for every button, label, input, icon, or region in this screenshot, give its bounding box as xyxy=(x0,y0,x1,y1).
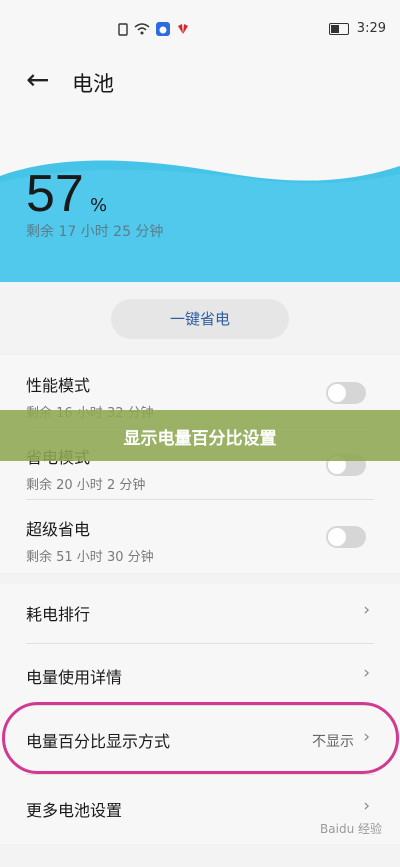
chevron-right-icon: › xyxy=(363,796,370,816)
battery-remaining: 剩余 17 小时 25 分钟 xyxy=(26,224,164,240)
setting-usage-details[interactable]: 电量使用详情 xyxy=(26,664,376,688)
mode-title: 超级省电 xyxy=(26,520,91,539)
huawei-icon xyxy=(178,24,188,34)
setting-label: 耗电排行 xyxy=(26,605,91,624)
mode-remaining: 剩余 51 小时 30 分钟 xyxy=(26,550,154,565)
back-button[interactable]: ← xyxy=(26,66,49,94)
status-time: 3:29 xyxy=(356,21,386,36)
chevron-right-icon: › xyxy=(363,663,370,683)
setting-label: 更多电池设置 xyxy=(26,801,123,820)
overlay-banner: 显示电量百分比设置 xyxy=(0,410,400,461)
setting-more-battery[interactable]: 更多电池设置 xyxy=(26,797,376,821)
one-tap-save-button[interactable]: 一键省电 xyxy=(111,299,289,339)
highlight-circle xyxy=(2,702,399,774)
divider xyxy=(26,643,374,644)
mode-item-ultra-saving[interactable]: 超级省电 剩余 51 小时 30 分钟 xyxy=(26,516,376,565)
ultra-saving-toggle[interactable] xyxy=(326,526,366,548)
cloud-icon xyxy=(156,22,170,36)
battery-percent-sign: % xyxy=(90,195,108,216)
mode-remaining: 剩余 20 小时 2 分钟 xyxy=(26,478,146,493)
status-right: 3:29 xyxy=(328,21,386,36)
divider xyxy=(26,774,374,775)
status-icons xyxy=(118,22,190,36)
sim-icon xyxy=(118,22,128,36)
battery-icon xyxy=(328,22,349,35)
battery-level: 57 xyxy=(26,165,84,223)
mode-title: 性能模式 xyxy=(26,376,91,395)
page-title: 电池 xyxy=(72,72,114,96)
app-header xyxy=(0,56,400,146)
arrow-left-icon: ← xyxy=(26,63,50,96)
divider xyxy=(26,499,374,500)
chevron-right-icon: › xyxy=(363,600,370,620)
watermark: Baidu 经验 xyxy=(320,822,382,836)
wifi-icon xyxy=(134,23,150,35)
status-bar: 3:29 xyxy=(0,0,400,56)
setting-power-ranking[interactable]: 耗电排行 xyxy=(26,601,376,625)
banner-text: 显示电量百分比设置 xyxy=(123,429,277,449)
setting-label: 电量使用详情 xyxy=(26,668,123,687)
performance-mode-toggle[interactable] xyxy=(326,382,366,404)
